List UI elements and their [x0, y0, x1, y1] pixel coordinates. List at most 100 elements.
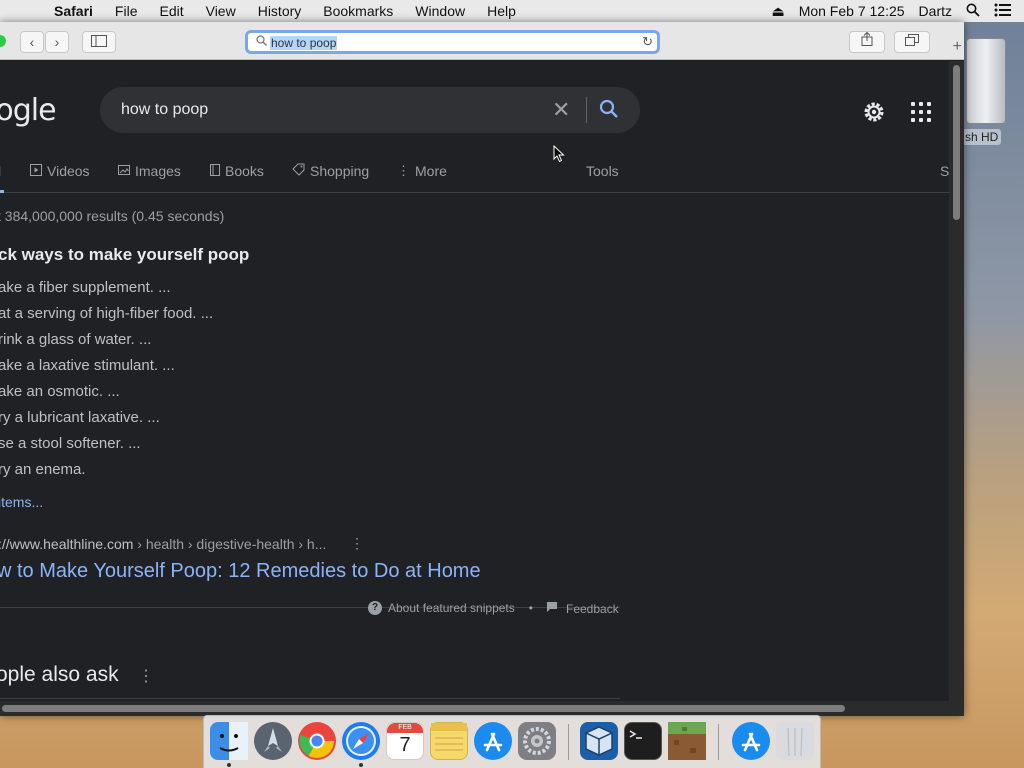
- safari-window: ‹ › how to poop ↻ + oogle how to poop ✕: [0, 22, 964, 716]
- result-cite[interactable]: ://www.healthline.com › health › digesti…: [0, 536, 326, 552]
- dock-chrome-icon[interactable]: [298, 722, 336, 760]
- more-items-link[interactable]: items...: [0, 494, 43, 510]
- tag-icon: [292, 163, 305, 179]
- search-icon: [256, 35, 267, 49]
- menu-history[interactable]: History: [258, 3, 302, 19]
- address-bar[interactable]: how to poop ↻: [245, 30, 660, 54]
- mouse-cursor-icon: [553, 144, 565, 163]
- dock-finder-icon[interactable]: [210, 722, 248, 760]
- google-logo[interactable]: oogle: [0, 93, 57, 128]
- list-item: se a stool softener. ...: [0, 435, 141, 452]
- list-item: ake an osmotic. ...: [0, 383, 120, 400]
- calendar-day: 7: [399, 734, 411, 756]
- tab-more[interactable]: ⋮ More: [397, 163, 447, 179]
- more-vert-icon: ⋮: [397, 163, 410, 178]
- hard-disk-label[interactable]: sh HD: [962, 129, 1002, 145]
- tabs-icon: [905, 34, 919, 46]
- book-icon: [210, 163, 220, 179]
- address-text[interactable]: how to poop: [270, 36, 338, 50]
- cite-path: › health › digestive-health › h...: [133, 536, 327, 552]
- search-tabs: l Videos Images Books: [0, 161, 949, 193]
- tab-more-label: More: [415, 163, 447, 179]
- search-box[interactable]: how to poop ✕: [100, 87, 640, 133]
- window-zoom-button[interactable]: [0, 35, 6, 47]
- list-item: rink a glass of water. ...: [0, 331, 152, 348]
- search-icon[interactable]: [598, 98, 622, 122]
- tab-tools[interactable]: Tools: [586, 163, 619, 179]
- list-item: ry an enema.: [0, 461, 86, 478]
- result-title-link[interactable]: w to Make Yourself Poop: 12 Remedies to …: [0, 560, 481, 583]
- clear-icon[interactable]: ✕: [552, 97, 570, 123]
- people-also-ask-menu-icon[interactable]: ⋮: [138, 666, 154, 686]
- menu-window[interactable]: Window: [415, 3, 465, 19]
- about-featured-snippets[interactable]: ? About featured snippets •: [368, 601, 533, 615]
- dock-safari-icon[interactable]: [342, 722, 380, 760]
- hard-disk-icon[interactable]: [962, 36, 1006, 124]
- menubar-user[interactable]: Dartz: [919, 3, 952, 19]
- menu-help[interactable]: Help: [487, 3, 516, 19]
- feedback-button[interactable]: Feedback: [546, 601, 619, 616]
- result-menu-icon[interactable]: ⋮: [350, 535, 364, 552]
- new-tab-icon[interactable]: +: [953, 38, 962, 56]
- dock-separator: [568, 724, 569, 760]
- dock-notes-icon[interactable]: [430, 722, 468, 760]
- menu-app-name[interactable]: Safari: [54, 3, 93, 19]
- about-snippets-label: About featured snippets: [388, 601, 515, 615]
- dock-terminal-icon[interactable]: [624, 722, 662, 760]
- tab-videos[interactable]: Videos: [30, 163, 90, 179]
- list-item: ake a fiber supplement. ...: [0, 279, 171, 296]
- dock-system-preferences-icon[interactable]: [518, 722, 556, 760]
- share-button[interactable]: [849, 31, 885, 53]
- tab-shopping[interactable]: Shopping: [292, 163, 369, 179]
- tab-all[interactable]: l: [0, 163, 1, 179]
- notification-center-icon[interactable]: [994, 3, 1012, 20]
- horizontal-scrollbar[interactable]: [0, 701, 964, 716]
- forward-button[interactable]: ›: [45, 31, 69, 53]
- sidebar-icon: [91, 35, 107, 47]
- menu-edit[interactable]: Edit: [159, 3, 183, 19]
- featured-snippet-title: ck ways to make yourself poop: [0, 245, 250, 264]
- tab-images[interactable]: Images: [118, 163, 181, 179]
- dock-calendar-icon[interactable]: FEB 7: [386, 722, 424, 760]
- help-icon: ?: [368, 601, 382, 615]
- menubar-clock[interactable]: Mon Feb 7 12:25: [799, 3, 905, 19]
- tab-safesearch-label: S: [940, 163, 949, 179]
- dock-launchpad-icon[interactable]: [254, 722, 292, 760]
- search-input[interactable]: how to poop: [121, 101, 208, 119]
- dock-separator: [718, 724, 719, 760]
- tab-images-label: Images: [135, 163, 181, 179]
- tab-videos-label: Videos: [47, 163, 90, 179]
- tab-shopping-label: Shopping: [310, 163, 370, 179]
- google-apps-icon[interactable]: [911, 102, 931, 122]
- settings-gear-icon[interactable]: [862, 100, 886, 124]
- back-button[interactable]: ‹: [20, 31, 44, 53]
- vertical-scrollbar[interactable]: [949, 61, 964, 701]
- reload-icon[interactable]: ↻: [642, 34, 653, 50]
- spotlight-search-icon[interactable]: [966, 3, 980, 20]
- dock-trash-icon[interactable]: [776, 722, 814, 760]
- section-divider: [0, 698, 620, 699]
- dock-running-indicator: [359, 763, 363, 767]
- tab-safesearch[interactable]: S: [940, 163, 949, 179]
- tab-tools-label: Tools: [586, 163, 619, 179]
- eject-icon[interactable]: ⏏: [771, 3, 784, 20]
- safari-toolbar: ‹ › how to poop ↻ +: [0, 22, 964, 60]
- people-also-ask-heading: ople also ask: [0, 663, 119, 686]
- menu-bookmarks[interactable]: Bookmarks: [323, 3, 393, 19]
- menu-file[interactable]: File: [115, 3, 138, 19]
- dock-minecraft-icon[interactable]: [668, 722, 706, 760]
- dock-virtualbox-icon[interactable]: [580, 722, 618, 760]
- tab-all-label: l: [0, 163, 1, 179]
- tab-books[interactable]: Books: [210, 163, 264, 179]
- feedback-label: Feedback: [566, 601, 619, 616]
- result-stats: t 384,000,000 results (0.45 seconds): [0, 208, 225, 224]
- cite-domain: ://www.healthline.com: [0, 536, 134, 552]
- sidebar-toggle-button[interactable]: [82, 31, 116, 53]
- menu-view[interactable]: View: [206, 3, 236, 19]
- dock-app-store-download-icon[interactable]: [732, 722, 770, 760]
- menu-bar: Safari File Edit View History Bookmarks …: [0, 0, 1024, 22]
- bullet-separator: •: [528, 601, 533, 615]
- dock-app-store-icon[interactable]: [474, 722, 512, 760]
- tabs-overview-button[interactable]: [894, 31, 930, 53]
- google-results-page: oogle how to poop ✕ l Videos: [0, 61, 949, 701]
